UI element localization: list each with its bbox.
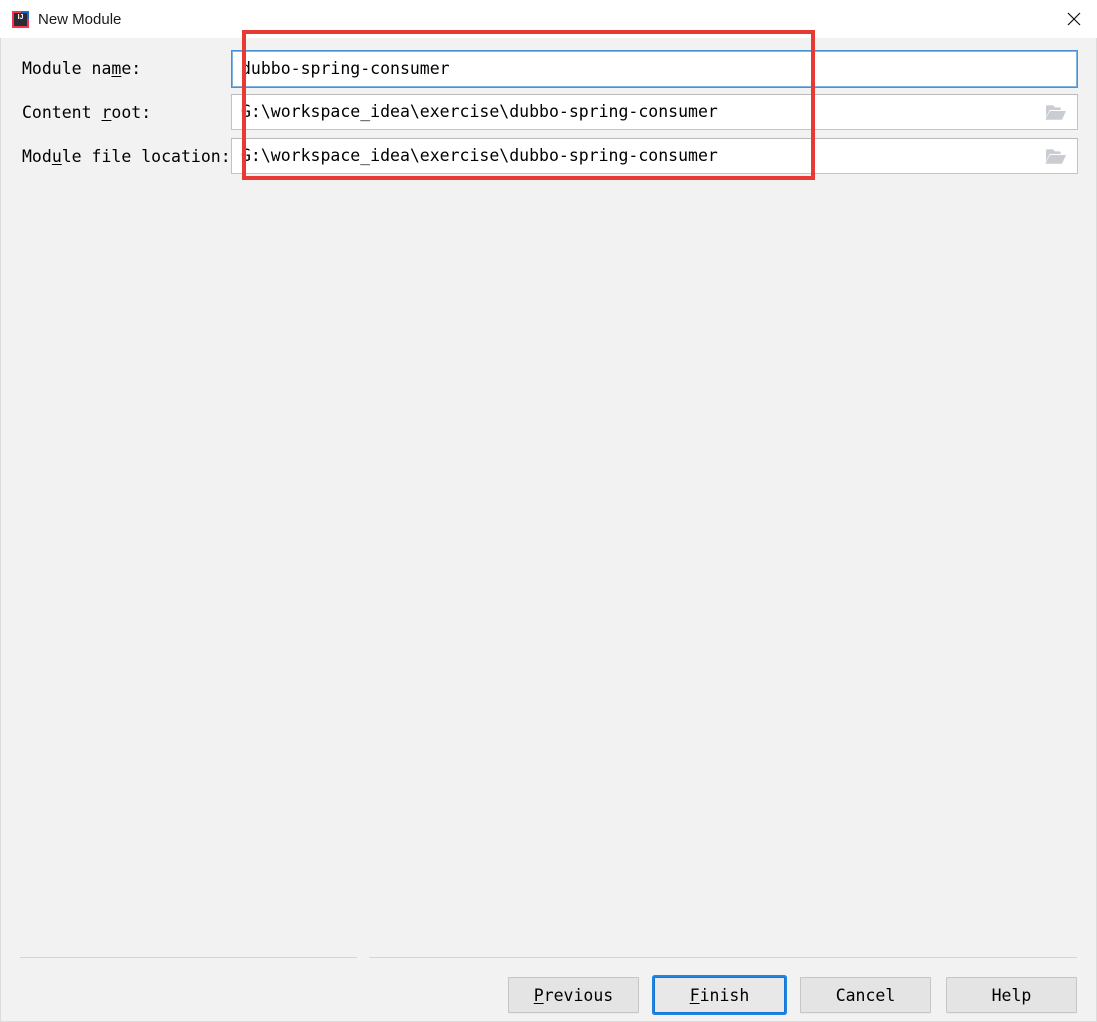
module-file-location-input[interactable]: G:\workspace_idea\exercise\dubbo-spring-… (231, 138, 1078, 174)
label-text-after: oot: (111, 102, 152, 122)
label-text-before: Mod (22, 146, 52, 166)
content-root-label: Content root: (1, 103, 231, 122)
label-text-before: Content (22, 102, 102, 122)
intellij-idea-icon: IJ (12, 10, 29, 28)
help-button[interactable]: Help (946, 977, 1077, 1013)
label-text-after: le file location: (61, 146, 231, 166)
label-text-after: e: (121, 58, 142, 78)
form-row-module-file-location: Module file location: G:\workspace_idea\… (1, 138, 1097, 174)
title-bar: IJ New Module (0, 0, 1097, 38)
button-mnemonic: P (533, 985, 544, 1005)
button-label-after: revious (543, 985, 614, 1005)
module-name-label: Module name: (1, 59, 231, 78)
dialog-button-bar: Previous Finish Cancel Help (1, 968, 1097, 1022)
label-mnemonic: u (51, 146, 62, 166)
module-name-field-wrap: dubbo-spring-consumer (231, 50, 1078, 88)
content-root-field-wrap: G:\workspace_idea\exercise\dubbo-spring-… (231, 94, 1078, 130)
folder-icon[interactable] (1035, 139, 1077, 173)
cancel-button[interactable]: Cancel (800, 977, 931, 1013)
label-text-before: Module na (22, 58, 112, 78)
footer-separator-right (369, 957, 1077, 958)
form-row-content-root: Content root: G:\workspace_idea\exercise… (1, 94, 1097, 130)
module-form: Module name: dubbo-spring-consumer Conte… (1, 38, 1097, 198)
button-mnemonic: F (689, 985, 700, 1005)
module-name-input[interactable]: dubbo-spring-consumer (231, 50, 1078, 88)
dialog-body: Module name: dubbo-spring-consumer Conte… (0, 38, 1097, 1022)
close-icon[interactable] (1051, 0, 1097, 38)
module-file-location-label: Module file location: (1, 147, 231, 166)
button-label-before: Cancel (835, 985, 896, 1005)
content-root-input[interactable]: G:\workspace_idea\exercise\dubbo-spring-… (231, 94, 1078, 130)
button-label-before: Help (991, 985, 1032, 1005)
previous-button[interactable]: Previous (508, 977, 639, 1013)
folder-icon[interactable] (1035, 95, 1077, 129)
button-label-after: inish (699, 985, 750, 1005)
label-mnemonic: r (101, 102, 112, 122)
footer-separator-left (20, 957, 357, 958)
window-title: New Module (38, 10, 122, 28)
module-file-location-field-wrap: G:\workspace_idea\exercise\dubbo-spring-… (231, 138, 1078, 174)
finish-button[interactable]: Finish (654, 977, 785, 1013)
form-row-module-name: Module name: dubbo-spring-consumer (1, 50, 1097, 88)
label-mnemonic: m (111, 58, 122, 78)
